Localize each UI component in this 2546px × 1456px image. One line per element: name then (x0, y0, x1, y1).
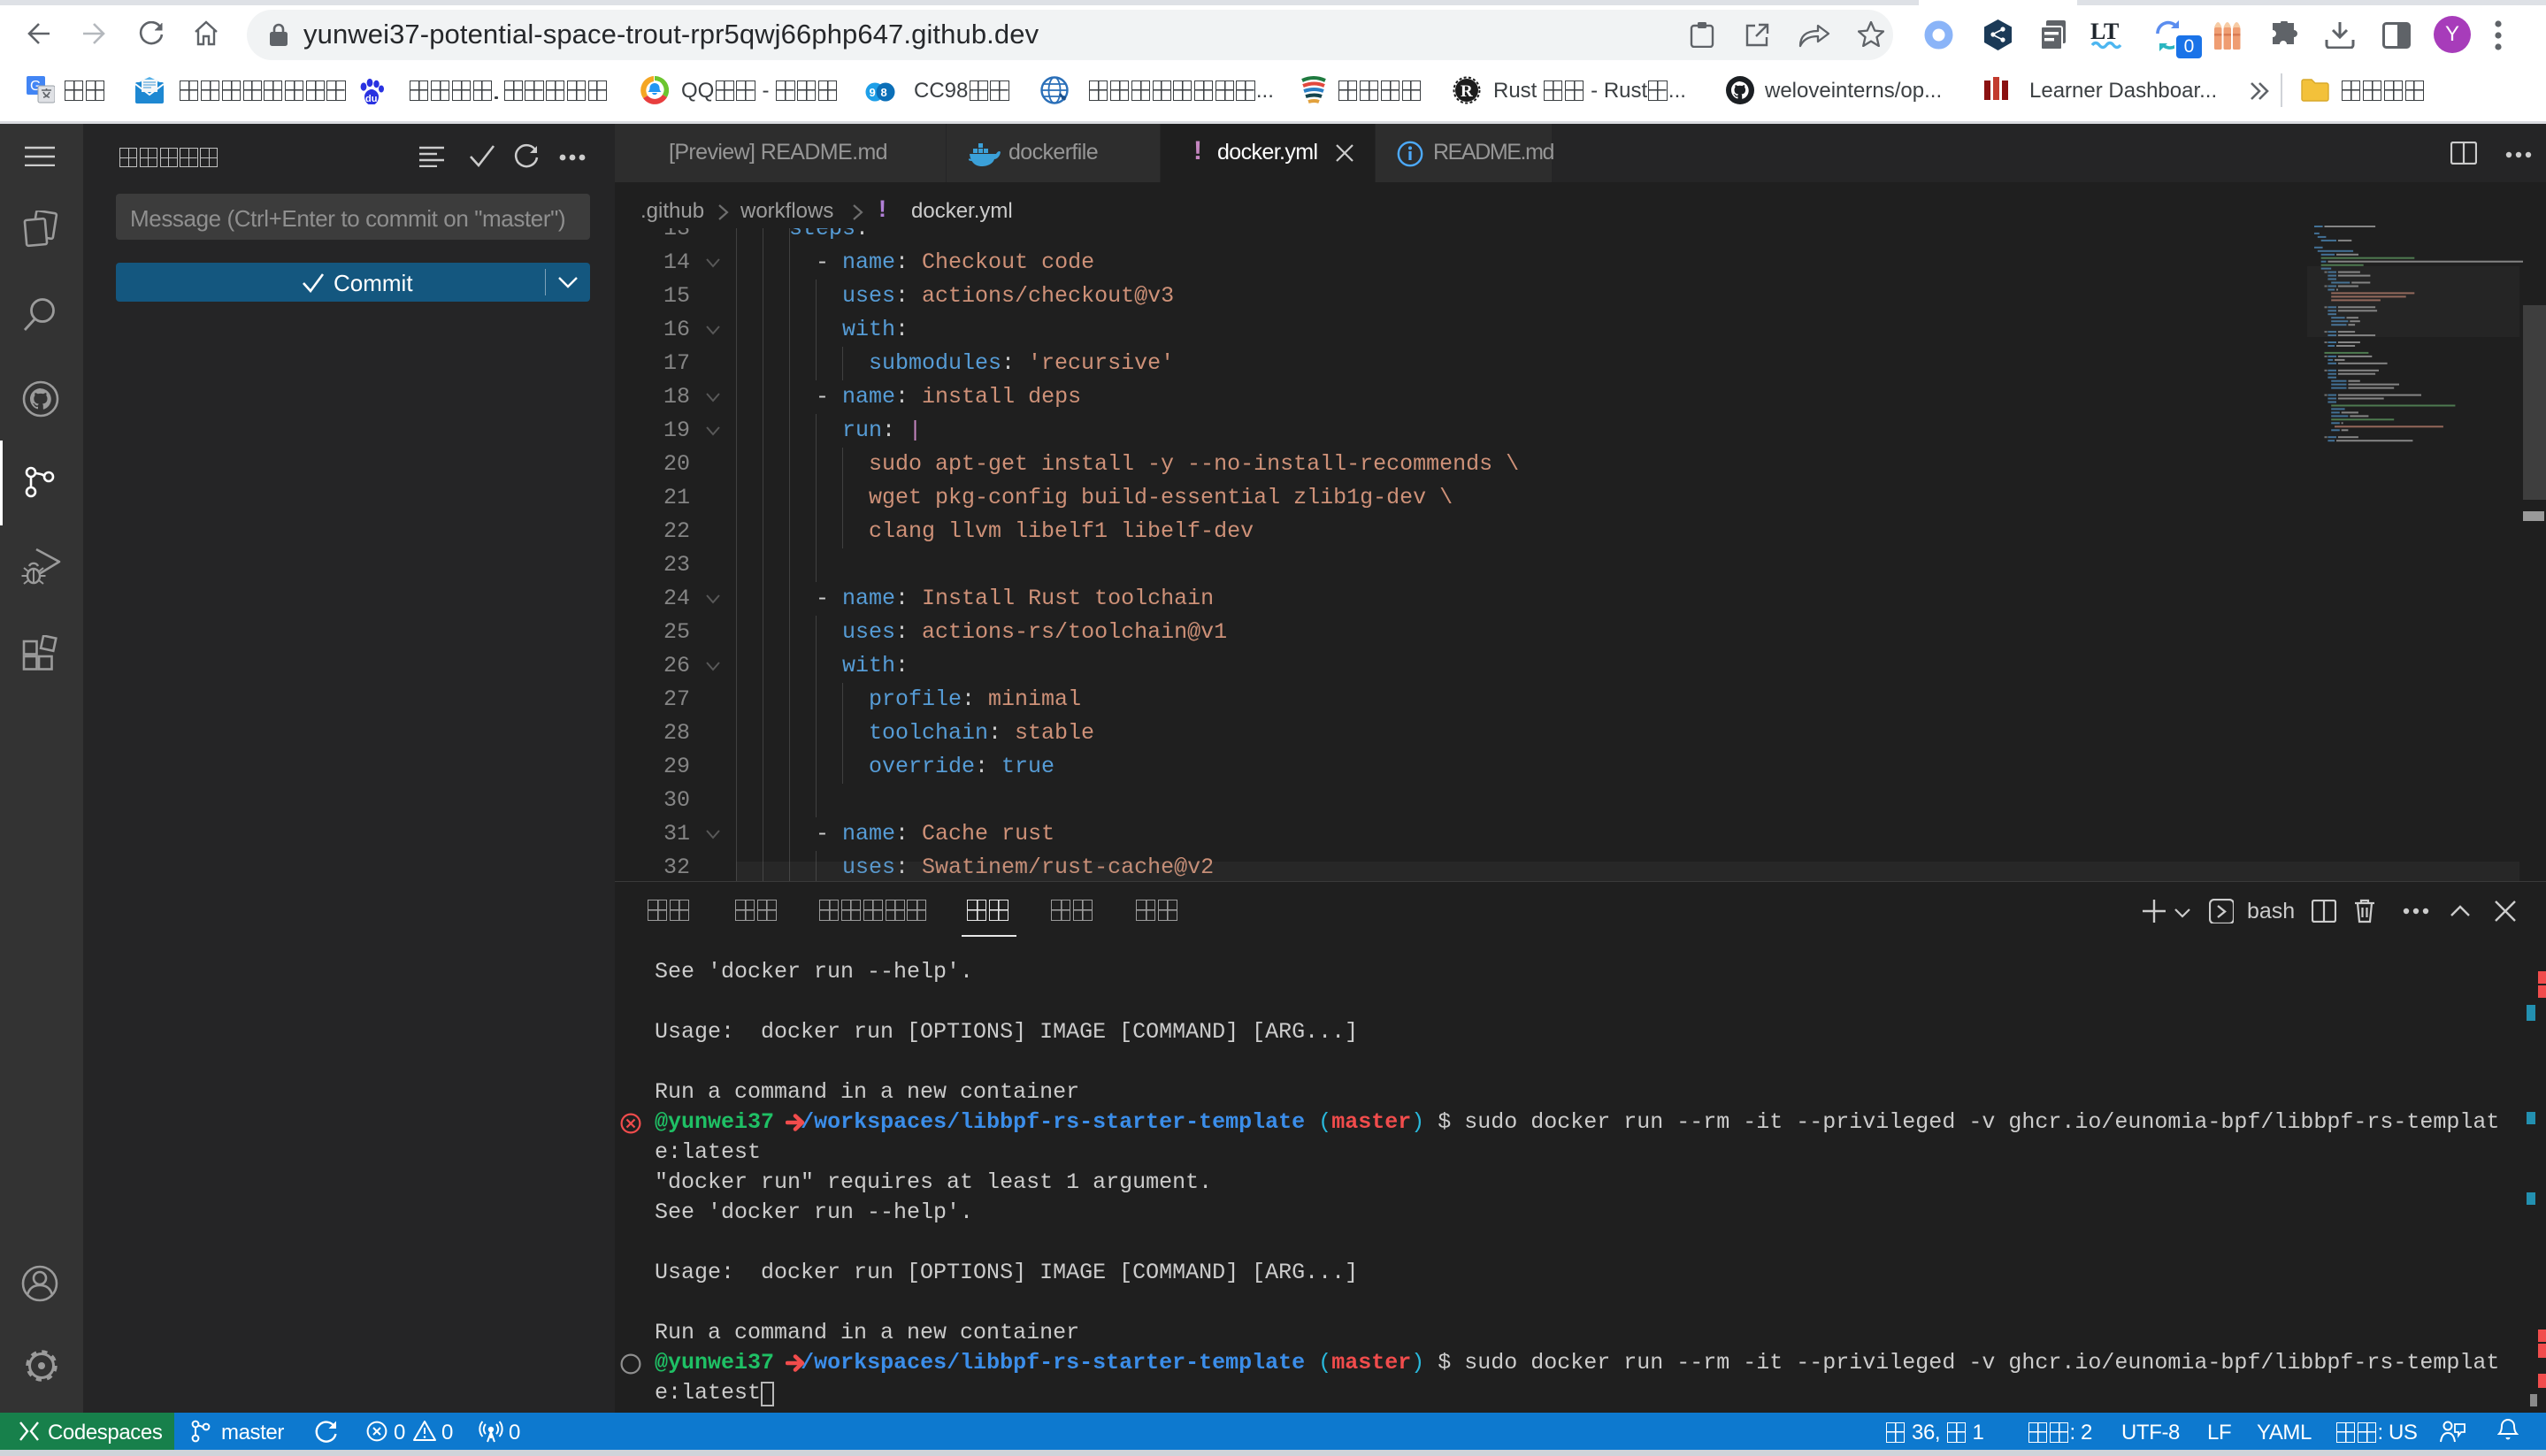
svg-text:du: du (365, 94, 377, 104)
svg-text:8: 8 (881, 86, 887, 99)
svg-text:9: 9 (870, 86, 876, 99)
svg-text:LT: LT (2090, 21, 2119, 44)
svg-text:R: R (1461, 82, 1473, 101)
